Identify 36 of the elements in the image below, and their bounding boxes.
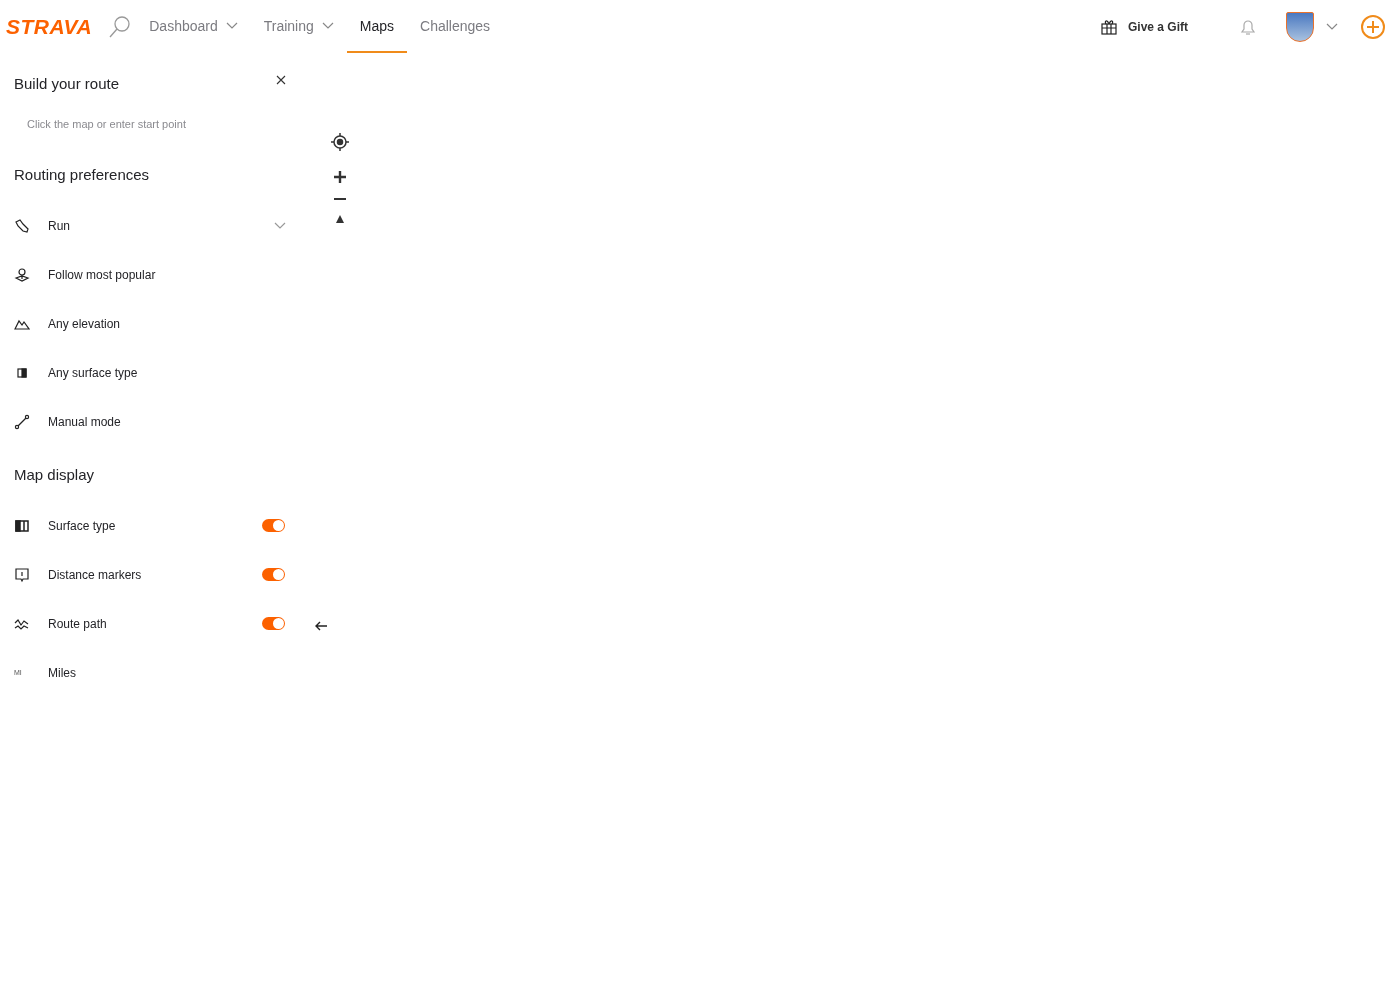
caret-icon [1326, 22, 1338, 31]
display-option: Route path [48, 616, 262, 631]
section-title: Routing preferences [14, 166, 151, 183]
toggle-switch[interactable] [262, 617, 285, 630]
toggle-switch[interactable] [262, 519, 285, 532]
display-option: Surface type [48, 518, 262, 533]
line-endpoints-icon [14, 413, 30, 430]
marker-icon [14, 566, 30, 583]
search-icon[interactable] [108, 14, 133, 39]
nav-tab[interactable]: Challenges [407, 0, 504, 53]
give-gift-link[interactable]: Give a Gift [1099, 0, 1188, 53]
routing-option[interactable]: Any surface type [48, 365, 286, 380]
section-title: Map display [14, 466, 96, 483]
collapse-arrow-button[interactable] [314, 621, 328, 631]
routing-option[interactable]: Follow most popular [48, 267, 286, 282]
nav-tab[interactable]: Training [250, 0, 347, 53]
routing-option[interactable]: Run [48, 218, 274, 233]
locate-button[interactable] [331, 133, 349, 151]
compass-button[interactable] [336, 215, 344, 223]
plus-circle-icon[interactable] [1360, 13, 1386, 40]
close-button[interactable] [276, 75, 286, 85]
split-square-icon [14, 517, 30, 534]
display-option: Distance markers [48, 567, 262, 582]
gift-icon [1099, 17, 1118, 36]
routing-option[interactable]: Manual mode [48, 414, 286, 429]
nav-tab[interactable]: Maps [346, 0, 408, 53]
routing-option[interactable]: Any elevation [48, 316, 286, 331]
zoom-in-button[interactable] [334, 171, 346, 183]
shoe-icon [14, 217, 30, 234]
display-option: Miles [48, 665, 286, 680]
zoom-out-button[interactable] [334, 197, 346, 201]
pin-icon [14, 266, 30, 283]
nav-tab[interactable]: Dashboard [136, 0, 251, 53]
avatar-photo-placeholder[interactable] [1286, 11, 1314, 42]
toggle-switch[interactable] [262, 568, 285, 581]
panel-title: Build your route [14, 75, 120, 92]
